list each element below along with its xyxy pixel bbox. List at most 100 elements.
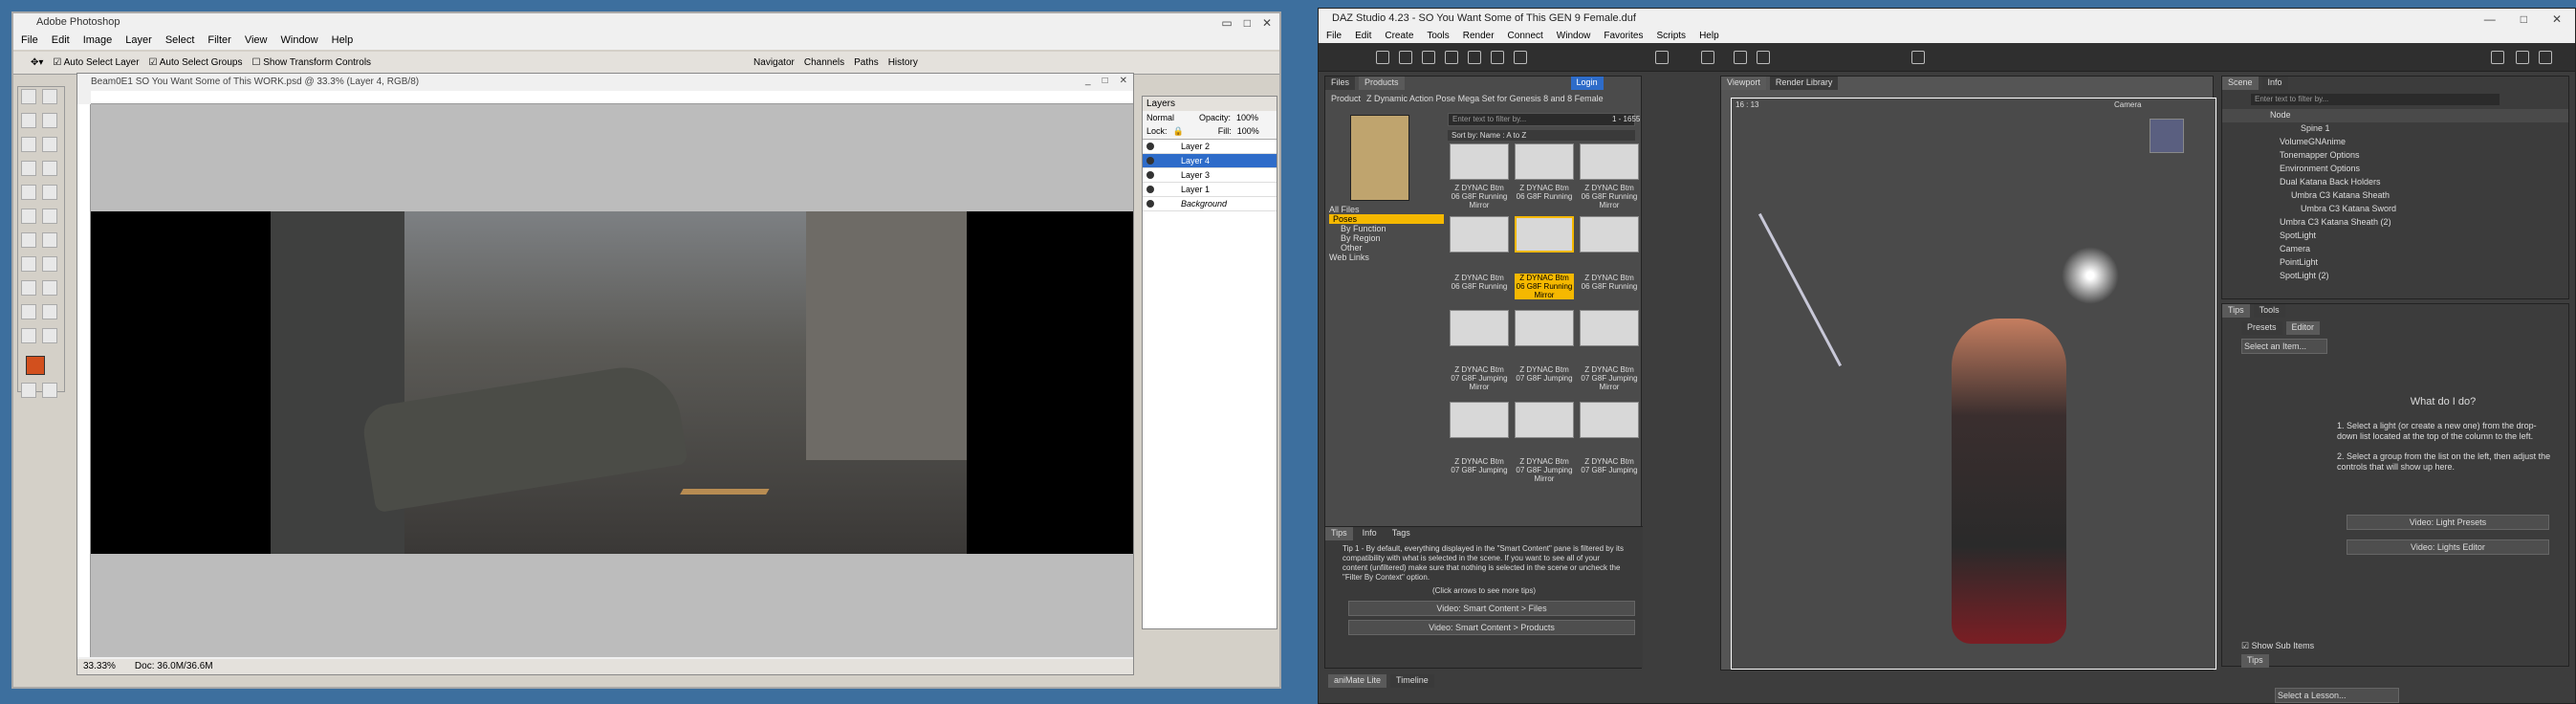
gradient-tool-icon[interactable] — [42, 209, 57, 224]
scene-search[interactable]: Enter text to filter by... — [2251, 94, 2500, 105]
shape-tool-icon[interactable] — [42, 280, 57, 296]
menu-window[interactable]: Window — [281, 34, 318, 48]
sort-select[interactable]: Sort by: Name : A to Z — [1448, 130, 1635, 141]
pose-thumbnail[interactable] — [1450, 216, 1509, 253]
category-other[interactable]: Other — [1329, 243, 1444, 253]
pose-thumbnail[interactable] — [1515, 402, 1574, 438]
eye-icon[interactable] — [1146, 171, 1154, 179]
menu-layer[interactable]: Layer — [125, 34, 152, 48]
menu-render[interactable]: Render — [1463, 31, 1495, 42]
camera-select[interactable]: Camera — [2114, 100, 2141, 109]
type-tool-icon[interactable] — [42, 256, 57, 272]
notes-tool-icon[interactable] — [21, 304, 36, 319]
tab-tags[interactable]: Tags — [1386, 527, 1416, 540]
undo-icon[interactable] — [1468, 51, 1481, 64]
menu-tools[interactable]: Tools — [1427, 31, 1449, 42]
3d-view[interactable]: 16 : 13 Camera — [1731, 98, 2216, 670]
tab-editor[interactable]: Editor — [2285, 321, 2321, 335]
zoom-tool-icon[interactable] — [42, 328, 57, 343]
zoom-level[interactable]: 33.33% — [83, 661, 116, 672]
lesson-select[interactable]: Select a Lesson... — [2275, 688, 2399, 703]
video-lights-editor-button[interactable]: Video: Lights Editor — [2347, 539, 2549, 555]
menu-image[interactable]: Image — [83, 34, 113, 48]
pose-thumbnail[interactable] — [1450, 402, 1509, 438]
pose-thumbnail[interactable] — [1515, 310, 1574, 346]
auto-select-layer-checkbox[interactable]: ☑ Auto Select Layer — [53, 57, 139, 68]
menu-file[interactable]: File — [21, 34, 38, 48]
universal-tool-icon[interactable] — [1701, 51, 1714, 64]
tab-info[interactable]: Info — [2261, 77, 2288, 90]
eye-icon[interactable] — [1146, 200, 1154, 208]
menu-scripts[interactable]: Scripts — [1657, 31, 1687, 42]
doc-maximize-icon[interactable]: □ — [1102, 76, 1108, 86]
rotate-tool-icon[interactable] — [1757, 51, 1770, 64]
open-icon[interactable] — [1399, 51, 1412, 64]
redo-icon[interactable] — [1491, 51, 1504, 64]
foreground-color-swatch[interactable] — [26, 356, 45, 375]
product-name[interactable]: Z Dynamic Action Pose Mega Set for Genes… — [1366, 94, 1604, 103]
tab-render-library[interactable]: Render Library — [1769, 77, 1839, 90]
node-select-icon[interactable] — [1655, 51, 1669, 64]
menu-file[interactable]: File — [1326, 31, 1342, 42]
eye-icon[interactable] — [1146, 186, 1154, 193]
layer-row[interactable]: Layer 4 — [1143, 154, 1277, 168]
tab-files[interactable]: Files — [1325, 77, 1356, 90]
scene-node[interactable]: Environment Options — [2222, 163, 2568, 176]
blur-tool-icon[interactable] — [21, 232, 36, 248]
eye-icon[interactable] — [1146, 143, 1154, 150]
tab-tips[interactable]: Tips — [1325, 527, 1353, 540]
render-icon[interactable] — [1514, 51, 1527, 64]
tab-scene[interactable]: Scene — [2222, 77, 2259, 90]
tab-info[interactable]: Info — [1356, 527, 1383, 540]
category-by-function[interactable]: By Function — [1329, 224, 1444, 233]
menu-filter[interactable]: Filter — [207, 34, 230, 48]
pose-thumbnail[interactable] — [1450, 310, 1509, 346]
layer-row[interactable]: Background — [1143, 197, 1277, 211]
menu-help[interactable]: Help — [332, 34, 354, 48]
menu-view[interactable]: View — [245, 34, 268, 48]
tab-tools[interactable]: Tools — [2253, 304, 2285, 318]
auto-select-groups-checkbox[interactable]: ☑ Auto Select Groups — [149, 57, 243, 68]
menu-select[interactable]: Select — [165, 34, 195, 48]
tab-products[interactable]: Products — [1359, 77, 1405, 90]
marquee-tool-icon[interactable] — [21, 89, 36, 104]
tab-viewport[interactable]: Viewport — [1721, 77, 1766, 90]
panel-tab-channels[interactable]: Channels — [804, 57, 844, 68]
pose-thumbnail[interactable] — [1515, 143, 1574, 180]
view-cube[interactable] — [2150, 119, 2184, 153]
close-icon[interactable]: ✕ — [1262, 16, 1272, 30]
translate-tool-icon[interactable] — [1734, 51, 1747, 64]
opacity-value[interactable]: 100% — [1236, 113, 1258, 122]
history-brush-icon[interactable] — [42, 185, 57, 200]
scene-node[interactable]: Umbra C3 Katana Sword — [2222, 203, 2568, 216]
category-all[interactable]: All Files — [1329, 205, 1444, 214]
menu-connect[interactable]: Connect — [1508, 31, 1543, 42]
panel-tab-paths[interactable]: Paths — [854, 57, 879, 68]
healing-brush-icon[interactable] — [21, 161, 36, 176]
lasso-tool-icon[interactable] — [21, 113, 36, 128]
minimize-icon[interactable]: — — [2484, 12, 2496, 26]
scene-node[interactable]: Camera — [2222, 243, 2568, 256]
login-button[interactable]: Login — [1570, 77, 1604, 90]
layer-row[interactable]: Layer 1 — [1143, 183, 1277, 197]
crop-tool-icon[interactable] — [21, 137, 36, 152]
scene-node[interactable]: Dual Katana Back Holders — [2222, 176, 2568, 189]
menu-create[interactable]: Create — [1385, 31, 1413, 42]
maximize-icon[interactable]: □ — [1244, 16, 1251, 30]
layer-row[interactable]: Layer 2 — [1143, 140, 1277, 154]
pose-thumbnail[interactable] — [1450, 143, 1509, 180]
dodge-tool-icon[interactable] — [42, 232, 57, 248]
video-light-presets-button[interactable]: Video: Light Presets — [2347, 515, 2549, 530]
help-icon[interactable] — [2539, 51, 2552, 64]
menu-help[interactable]: Help — [1699, 31, 1719, 42]
filter-input[interactable]: Enter text to filter by... — [1448, 113, 1635, 126]
scene-node[interactable]: Umbra C3 Katana Sheath (2) — [2222, 216, 2568, 230]
clone-stamp-icon[interactable] — [21, 185, 36, 200]
brush-tool-icon[interactable] — [42, 161, 57, 176]
eyedropper-icon[interactable] — [42, 304, 57, 319]
tab-presets[interactable]: Presets — [2241, 321, 2282, 335]
menu-window[interactable]: Window — [1557, 31, 1591, 42]
tab-animate-lite[interactable]: aniMate Lite — [1328, 674, 1387, 688]
select-item-dropdown[interactable]: Select an Item... — [2241, 339, 2327, 354]
quick-mask-icon[interactable] — [21, 383, 36, 398]
